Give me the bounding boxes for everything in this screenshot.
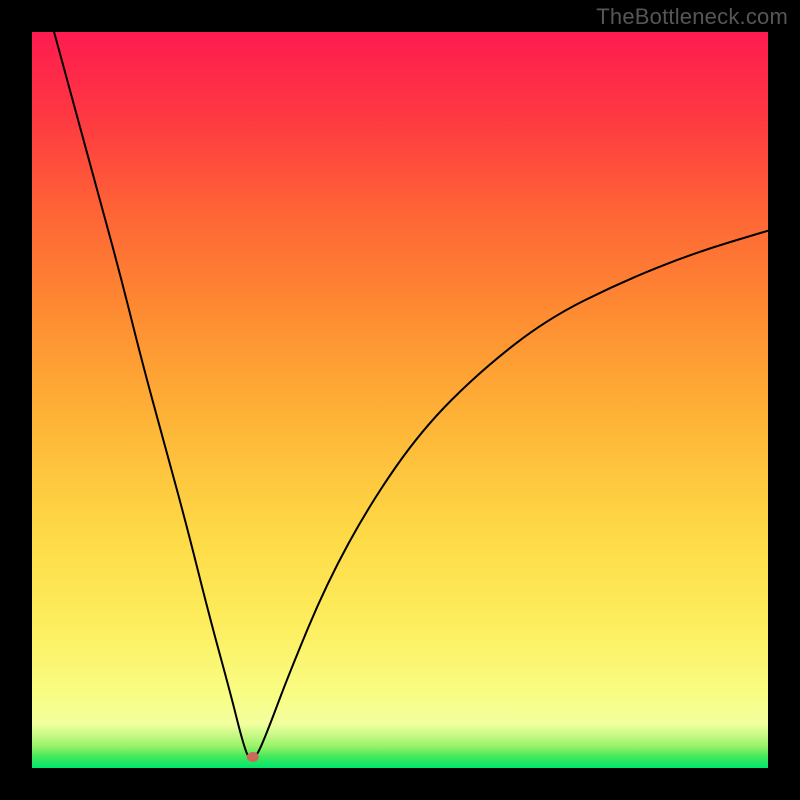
optimum-marker (247, 752, 259, 762)
chart-frame: TheBottleneck.com (0, 0, 800, 800)
watermark-text: TheBottleneck.com (596, 4, 788, 30)
bottleneck-curve (32, 32, 768, 768)
plot-area (32, 32, 768, 768)
